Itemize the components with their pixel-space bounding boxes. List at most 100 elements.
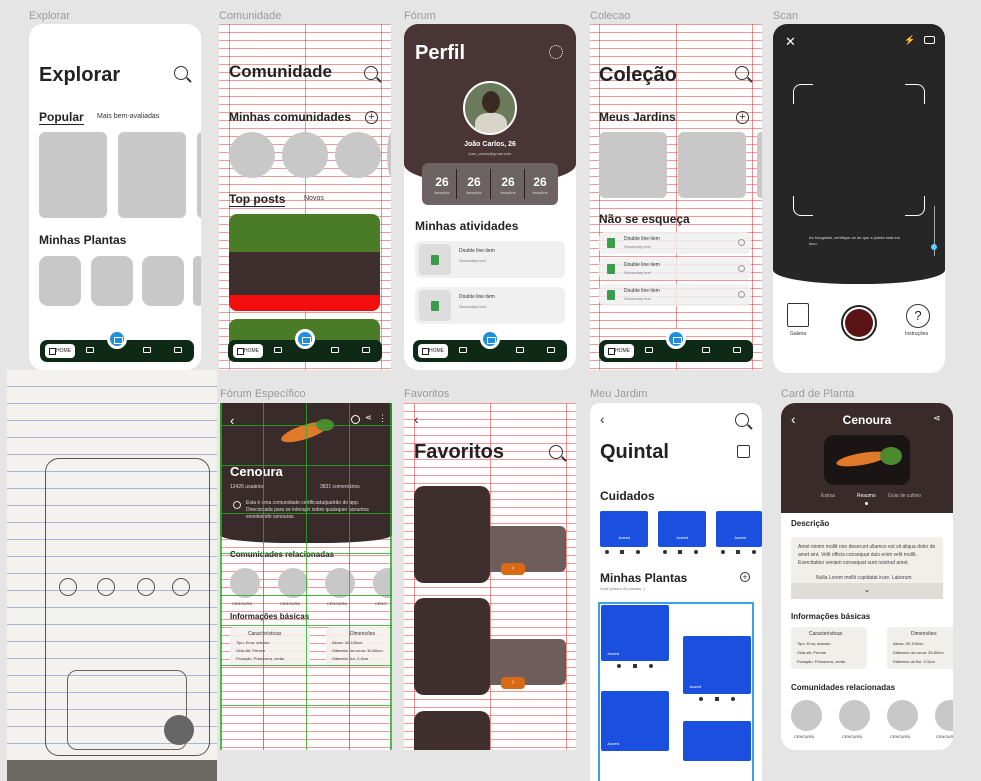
- close-icon[interactable]: ✕: [785, 34, 796, 50]
- back-icon[interactable]: ‹: [414, 411, 419, 427]
- nav-truck-icon[interactable]: [143, 347, 151, 353]
- nav-truck-icon[interactable]: [459, 347, 467, 353]
- related-circle[interactable]: [278, 568, 308, 598]
- tab-guia-de-cultivo[interactable]: Guia de cultivo: [888, 493, 921, 499]
- search-icon[interactable]: [364, 66, 378, 80]
- care-card[interactable]: Juared: [716, 511, 762, 547]
- community-circle[interactable]: [387, 132, 391, 178]
- heart-icon[interactable]: [721, 550, 725, 554]
- help-icon[interactable]: ?: [906, 304, 930, 328]
- plant-card[interactable]: [142, 256, 184, 306]
- list-item[interactable]: Double line item Secondary text: [415, 241, 565, 278]
- expand-chevron-icon[interactable]: ⌄: [791, 583, 943, 599]
- favorite-card[interactable]: [414, 711, 490, 750]
- reminder-item[interactable]: Double line item Secondary text: [599, 284, 751, 306]
- nav-truck-icon[interactable]: [733, 347, 741, 353]
- tab-top-posts[interactable]: Top posts: [229, 192, 286, 207]
- tab-extras[interactable]: Extras: [821, 493, 835, 499]
- care-card[interactable]: Juared: [600, 511, 648, 547]
- community-circle[interactable]: [282, 132, 328, 178]
- tab-novos[interactable]: Novos: [304, 195, 324, 202]
- search-icon[interactable]: [174, 66, 188, 80]
- garden-card[interactable]: [599, 132, 667, 198]
- add-icon[interactable]: +: [365, 111, 378, 124]
- share-icon[interactable]: ⋖: [933, 413, 941, 424]
- nav-truck-icon[interactable]: [274, 347, 282, 353]
- community-circle[interactable]: [229, 132, 275, 178]
- nav-home-button[interactable]: HOME: [45, 344, 75, 358]
- flash-off-icon[interactable]: ⚡: [904, 35, 915, 46]
- list-item[interactable]: Double line item Secondary text: [415, 287, 565, 324]
- community-circle[interactable]: [335, 132, 381, 178]
- more-icon[interactable]: ⋮: [378, 413, 387, 424]
- favorite-card[interactable]: [414, 598, 490, 695]
- favorite-card[interactable]: [414, 486, 490, 583]
- heart-icon[interactable]: [663, 550, 667, 554]
- bookmark-icon[interactable]: [678, 550, 682, 554]
- nav-center-fab[interactable]: [295, 329, 315, 349]
- share-icon[interactable]: [752, 550, 756, 554]
- related-circle[interactable]: [791, 700, 822, 731]
- check-icon[interactable]: [738, 291, 745, 298]
- post-card[interactable]: [229, 214, 380, 311]
- zoom-slider-thumb[interactable]: [931, 244, 937, 250]
- garden-card[interactable]: [757, 132, 762, 198]
- heart-icon[interactable]: [699, 697, 703, 701]
- heart-icon[interactable]: [605, 550, 609, 554]
- bookmark-icon[interactable]: [715, 697, 719, 701]
- share-icon[interactable]: [649, 664, 653, 668]
- plant-card[interactable]: Juared: [683, 636, 751, 694]
- bookmark-icon[interactable]: [620, 550, 624, 554]
- plant-card[interactable]: [683, 721, 751, 761]
- favorite-action-button[interactable]: ›: [501, 677, 525, 689]
- nav-truck-icon[interactable]: [331, 347, 339, 353]
- nav-truck-icon[interactable]: [362, 347, 370, 353]
- share-icon[interactable]: ⋖: [365, 413, 372, 422]
- tab-mais-bem-avaliadas[interactable]: Mais bem-avaliadas: [97, 113, 159, 120]
- care-card[interactable]: Juared: [658, 511, 706, 547]
- nav-home-button[interactable]: HOME: [233, 344, 263, 358]
- search-icon[interactable]: [351, 415, 360, 424]
- add-icon[interactable]: +: [740, 572, 750, 582]
- check-icon[interactable]: [738, 265, 745, 272]
- nav-center-fab[interactable]: [107, 329, 127, 349]
- calendar-icon[interactable]: [737, 445, 750, 458]
- nav-home-button[interactable]: HOME: [418, 344, 448, 358]
- gallery-icon[interactable]: [787, 303, 809, 327]
- bookmark-icon[interactable]: [633, 664, 637, 668]
- back-icon[interactable]: ‹: [600, 411, 605, 427]
- nav-center-fab[interactable]: [666, 329, 686, 349]
- nav-truck-icon[interactable]: [86, 347, 94, 353]
- related-circle[interactable]: [935, 700, 953, 731]
- search-icon[interactable]: [735, 66, 749, 80]
- garden-card[interactable]: [678, 132, 746, 198]
- plant-card[interactable]: Juared: [601, 605, 669, 661]
- related-circle[interactable]: [325, 568, 355, 598]
- nav-truck-icon[interactable]: [702, 347, 710, 353]
- plant-card[interactable]: [39, 256, 81, 306]
- bookmark-icon[interactable]: [736, 550, 740, 554]
- camera-icon[interactable]: [924, 36, 935, 44]
- check-icon[interactable]: [738, 239, 745, 246]
- nav-home-button[interactable]: HOME: [604, 344, 634, 358]
- gear-icon[interactable]: [549, 45, 563, 59]
- popular-card[interactable]: [197, 132, 201, 218]
- tab-popular[interactable]: Popular: [39, 110, 84, 125]
- share-icon[interactable]: [636, 550, 640, 554]
- add-icon[interactable]: +: [736, 111, 749, 124]
- reminder-item[interactable]: Double line item Secondary text: [599, 258, 751, 280]
- popular-card[interactable]: [39, 132, 107, 218]
- share-icon[interactable]: [694, 550, 698, 554]
- share-icon[interactable]: [731, 697, 735, 701]
- popular-card[interactable]: [118, 132, 186, 218]
- related-circle[interactable]: [230, 568, 260, 598]
- tab-resumo[interactable]: Resumo: [857, 493, 876, 499]
- related-circle[interactable]: [887, 700, 918, 731]
- nav-truck-icon[interactable]: [174, 347, 182, 353]
- nav-truck-icon[interactable]: [645, 347, 653, 353]
- favorite-action-button[interactable]: ›: [501, 563, 525, 575]
- related-circle[interactable]: [839, 700, 870, 731]
- nav-truck-icon[interactable]: [547, 347, 555, 353]
- search-icon[interactable]: [735, 413, 749, 427]
- nav-center-fab[interactable]: [480, 329, 500, 349]
